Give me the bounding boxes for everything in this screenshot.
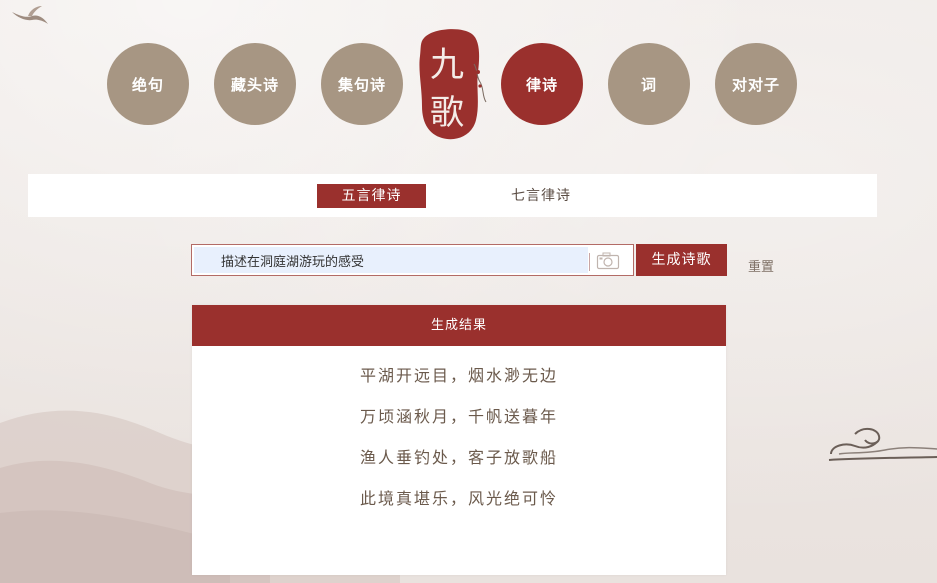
bird-icon (12, 6, 48, 24)
generate-poem-button[interactable]: 生成诗歌 (636, 244, 727, 276)
tab-qiyan-lvshi[interactable]: 七言律诗 (486, 184, 596, 208)
tab-wuyan-lvshi[interactable]: 五言律诗 (317, 184, 426, 208)
poem-line: 渔人垂钓处，客子放歌船 (359, 448, 558, 467)
jiuge-seal-logo: 九 歌 (419, 29, 487, 140)
reset-button[interactable]: 重置 (748, 256, 774, 275)
result-header: 生成结果 (192, 305, 726, 346)
poem-body: 平湖开远目，烟水渺无边 万顷涵秋月，千帆送暮年 渔人垂钓处，客子放歌船 此境真堪… (192, 365, 726, 529)
cloud-swirl-icon (828, 428, 937, 461)
poem-line: 万顷涵秋月，千帆送暮年 (359, 407, 558, 426)
nav-ci[interactable]: 词 (608, 43, 690, 125)
nav-jijushi[interactable]: 集句诗 (321, 43, 403, 125)
prompt-input-wrapper (191, 244, 634, 276)
nav-cangtoushi[interactable]: 藏头诗 (214, 43, 296, 125)
poem-line: 平湖开远目，烟水渺无边 (359, 366, 558, 385)
camera-icon[interactable] (596, 252, 620, 270)
result-card: 生成结果 平湖开远目，烟水渺无边 万顷涵秋月，千帆送暮年 渔人垂钓处，客子放歌船… (192, 305, 726, 575)
poem-type-tab-bar: 五言律诗 七言律诗 (28, 174, 877, 217)
prompt-input[interactable] (194, 247, 588, 273)
nav-lvshi[interactable]: 律诗 (501, 43, 583, 125)
poem-line: 此境真堪乐，风光绝可怜 (359, 489, 558, 508)
input-divider (589, 253, 590, 271)
logo-glyph-bottom: 歌 (430, 93, 464, 133)
nav-jueju[interactable]: 绝句 (107, 43, 189, 125)
nav-duiduizi[interactable]: 对对子 (715, 43, 797, 125)
logo-glyph-top: 九 (430, 45, 464, 85)
